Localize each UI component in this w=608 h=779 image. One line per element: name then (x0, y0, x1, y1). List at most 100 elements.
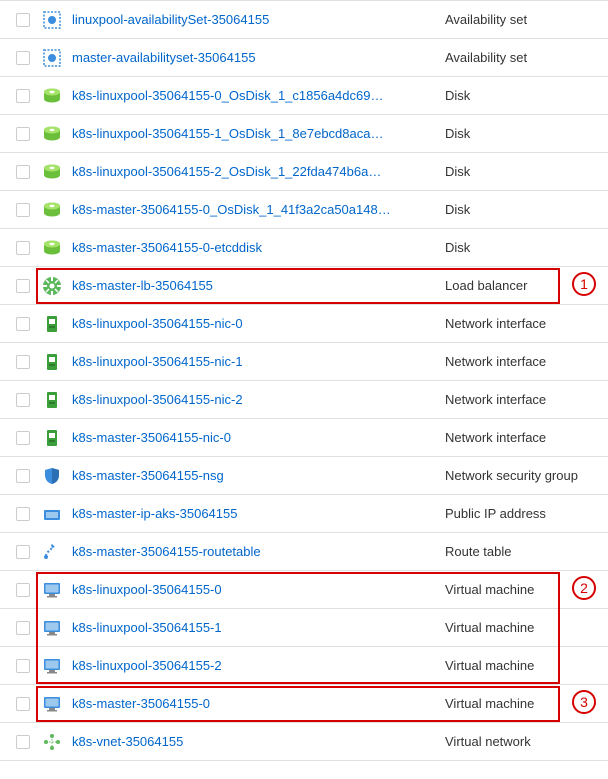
resource-row[interactable]: k8s-linuxpool-35064155-nic-0Network inte… (0, 305, 608, 343)
resource-name-link[interactable]: master-availabilityset-35064155 (72, 50, 445, 65)
resource-type: Disk (445, 240, 600, 255)
availability-set-icon (42, 10, 62, 30)
select-checkbox[interactable] (16, 317, 30, 331)
annotation-callout: 3 (572, 690, 596, 714)
resource-type: Disk (445, 126, 600, 141)
resource-row[interactable]: k8s-master-lb-35064155Load balancer (0, 267, 608, 305)
select-checkbox[interactable] (16, 469, 30, 483)
resource-row[interactable]: k8s-linuxpool-35064155-nic-2Network inte… (0, 381, 608, 419)
resource-name-link[interactable]: k8s-master-ip-aks-35064155 (72, 506, 445, 521)
resource-row[interactable]: k8s-master-35064155-0Virtual machine (0, 685, 608, 723)
resource-name-link[interactable]: k8s-master-35064155-0_OsDisk_1_41f3a2ca5… (72, 202, 445, 217)
select-checkbox[interactable] (16, 621, 30, 635)
resource-type: Virtual network (445, 734, 600, 749)
resource-type: Network interface (445, 316, 600, 331)
resource-type: Network interface (445, 392, 600, 407)
nic-icon (42, 314, 62, 334)
resource-row[interactable]: master-availabilityset-35064155Availabil… (0, 39, 608, 77)
resource-name-link[interactable]: k8s-linuxpool-35064155-2_OsDisk_1_22fda4… (72, 164, 445, 179)
disk-icon (42, 124, 62, 144)
select-checkbox[interactable] (16, 735, 30, 749)
resource-type: Public IP address (445, 506, 600, 521)
resource-name-link[interactable]: k8s-linuxpool-35064155-0 (72, 582, 445, 597)
resource-name-link[interactable]: k8s-linuxpool-35064155-2 (72, 658, 445, 673)
resource-row[interactable]: linuxpool-availabilitySet-35064155Availa… (0, 1, 608, 39)
select-checkbox[interactable] (16, 165, 30, 179)
select-checkbox[interactable] (16, 51, 30, 65)
resource-name-link[interactable]: linuxpool-availabilitySet-35064155 (72, 12, 445, 27)
resource-name-link[interactable]: k8s-master-35064155-nic-0 (72, 430, 445, 445)
resource-row[interactable]: k8s-linuxpool-35064155-2_OsDisk_1_22fda4… (0, 153, 608, 191)
resource-name-link[interactable]: k8s-master-35064155-routetable (72, 544, 445, 559)
resource-row[interactable]: k8s-linuxpool-35064155-nic-1Network inte… (0, 343, 608, 381)
resource-row[interactable]: k8s-master-35064155-0-etcddiskDisk (0, 229, 608, 267)
annotation-callout: 1 (572, 272, 596, 296)
select-checkbox[interactable] (16, 203, 30, 217)
select-checkbox[interactable] (16, 241, 30, 255)
annotation-callout: 2 (572, 576, 596, 600)
resource-row[interactable]: k8s-linuxpool-35064155-0Virtual machine (0, 571, 608, 609)
availability-set-icon (42, 48, 62, 68)
resource-type: Network interface (445, 430, 600, 445)
resource-name-link[interactable]: k8s-linuxpool-35064155-nic-0 (72, 316, 445, 331)
resource-type: Disk (445, 88, 600, 103)
resource-row[interactable]: k8s-linuxpool-35064155-2Virtual machine (0, 647, 608, 685)
select-checkbox[interactable] (16, 659, 30, 673)
resource-type: Disk (445, 164, 600, 179)
select-checkbox[interactable] (16, 431, 30, 445)
resource-row[interactable]: k8s-linuxpool-35064155-1_OsDisk_1_8e7ebc… (0, 115, 608, 153)
resource-name-link[interactable]: k8s-vnet-35064155 (72, 734, 445, 749)
resource-name-link[interactable]: k8s-master-lb-35064155 (72, 278, 445, 293)
vm-icon (42, 618, 62, 638)
resource-row[interactable]: k8s-master-35064155-nsgNetwork security … (0, 457, 608, 495)
nic-icon (42, 428, 62, 448)
resource-type: Virtual machine (445, 620, 600, 635)
resource-type: Availability set (445, 50, 600, 65)
route-table-icon (42, 542, 62, 562)
disk-icon (42, 200, 62, 220)
resource-name-link[interactable]: k8s-linuxpool-35064155-1 (72, 620, 445, 635)
disk-icon (42, 162, 62, 182)
vm-icon (42, 694, 62, 714)
resource-name-link[interactable]: k8s-linuxpool-35064155-nic-2 (72, 392, 445, 407)
select-checkbox[interactable] (16, 507, 30, 521)
disk-icon (42, 86, 62, 106)
select-checkbox[interactable] (16, 127, 30, 141)
select-checkbox[interactable] (16, 355, 30, 369)
resource-row[interactable]: k8s-master-35064155-0_OsDisk_1_41f3a2ca5… (0, 191, 608, 229)
resource-type: Virtual machine (445, 658, 600, 673)
resource-name-link[interactable]: k8s-linuxpool-35064155-0_OsDisk_1_c1856a… (72, 88, 445, 103)
public-ip-icon (42, 504, 62, 524)
resource-name-link[interactable]: k8s-linuxpool-35064155-nic-1 (72, 354, 445, 369)
vnet-icon (42, 732, 62, 752)
resource-row[interactable]: k8s-master-35064155-routetableRoute tabl… (0, 533, 608, 571)
select-checkbox[interactable] (16, 13, 30, 27)
select-checkbox[interactable] (16, 393, 30, 407)
load-balancer-icon (42, 276, 62, 296)
nsg-icon (42, 466, 62, 486)
resource-name-link[interactable]: k8s-master-35064155-0 (72, 696, 445, 711)
resource-list: linuxpool-availabilitySet-35064155Availa… (0, 0, 608, 761)
select-checkbox[interactable] (16, 89, 30, 103)
select-checkbox[interactable] (16, 697, 30, 711)
disk-icon (42, 238, 62, 258)
vm-icon (42, 580, 62, 600)
select-checkbox[interactable] (16, 545, 30, 559)
resource-row[interactable]: k8s-vnet-35064155Virtual network (0, 723, 608, 761)
select-checkbox[interactable] (16, 279, 30, 293)
resource-type: Availability set (445, 12, 600, 27)
nic-icon (42, 390, 62, 410)
resource-row[interactable]: k8s-master-ip-aks-35064155Public IP addr… (0, 495, 608, 533)
resource-row[interactable]: k8s-linuxpool-35064155-1Virtual machine (0, 609, 608, 647)
resource-type: Disk (445, 202, 600, 217)
nic-icon (42, 352, 62, 372)
resource-type: Route table (445, 544, 600, 559)
resource-row[interactable]: k8s-linuxpool-35064155-0_OsDisk_1_c1856a… (0, 77, 608, 115)
resource-name-link[interactable]: k8s-linuxpool-35064155-1_OsDisk_1_8e7ebc… (72, 126, 445, 141)
resource-row[interactable]: k8s-master-35064155-nic-0Network interfa… (0, 419, 608, 457)
vm-icon (42, 656, 62, 676)
resource-type: Network security group (445, 468, 600, 483)
resource-name-link[interactable]: k8s-master-35064155-0-etcddisk (72, 240, 445, 255)
resource-name-link[interactable]: k8s-master-35064155-nsg (72, 468, 445, 483)
select-checkbox[interactable] (16, 583, 30, 597)
